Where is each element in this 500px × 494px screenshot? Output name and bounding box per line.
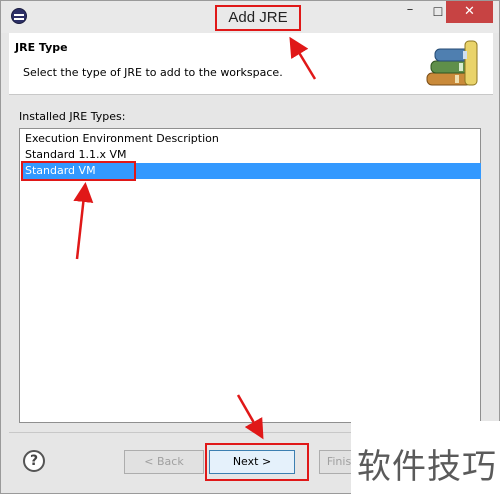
help-icon[interactable]: ? <box>23 450 45 472</box>
wizard-header: JRE Type Select the type of JRE to add t… <box>9 33 493 95</box>
installed-types-label: Installed JRE Types: <box>19 110 126 123</box>
books-icon <box>426 40 478 86</box>
highlight-box <box>21 161 136 181</box>
list-item-selected[interactable]: Standard VM <box>21 161 481 181</box>
window-title: Add JRE <box>215 5 301 31</box>
add-jre-dialog: Add JRE – ☐ ✕ JRE Type Select the type o… <box>0 0 500 494</box>
page-description: Select the type of JRE to add to the wor… <box>23 66 283 79</box>
jre-types-list[interactable]: Execution Environment Description Standa… <box>19 128 481 423</box>
eclipse-icon <box>11 8 27 24</box>
close-button[interactable]: ✕ <box>446 1 493 23</box>
minimize-button[interactable]: – <box>403 1 417 23</box>
watermark: 软件技巧 <box>351 421 500 494</box>
highlight-box <box>205 443 309 481</box>
watermark-text: 软件技巧 <box>357 447 497 487</box>
title-bar[interactable]: Add JRE – ☐ ✕ <box>1 1 499 33</box>
list-item[interactable]: Execution Environment Description <box>21 131 481 147</box>
maximize-button[interactable]: ☐ <box>431 1 445 23</box>
back-button[interactable]: < Back <box>124 450 204 474</box>
page-title: JRE Type <box>15 41 68 54</box>
